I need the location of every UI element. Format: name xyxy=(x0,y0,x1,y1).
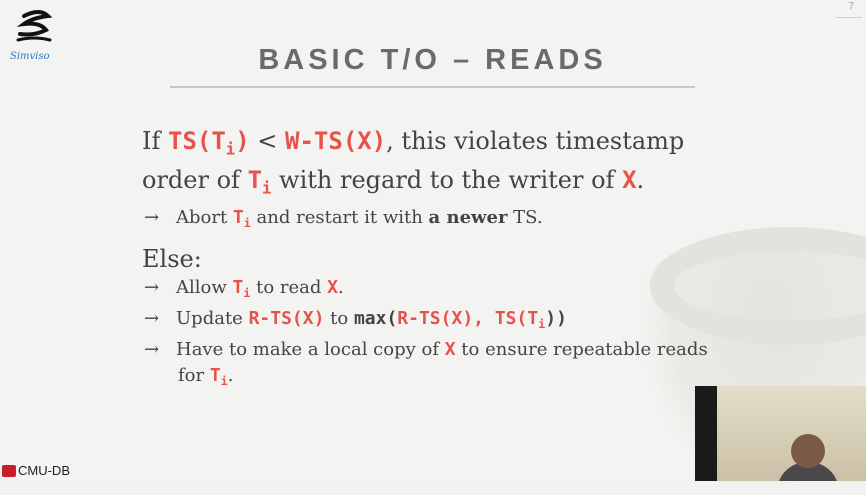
else-heading: Else: xyxy=(142,245,202,273)
slide: Simviso 7 BASIC T/O – READS If TS(Ti) < … xyxy=(0,0,866,495)
page-number: 7 xyxy=(848,1,854,12)
database-icon xyxy=(2,464,16,477)
logo-text: Simviso xyxy=(10,51,50,62)
abort-bullet: → Abort Ti and restart it with a newer TS… xyxy=(144,206,543,230)
update-bullet: → Update R-TS(X) to max(R-TS(X), TS(Ti)) xyxy=(144,308,567,332)
cmu-db-logo: CMU-DB xyxy=(2,463,70,478)
slide-body: If TS(Ti) < W-TS(X), this violates times… xyxy=(142,126,742,394)
slide-title: BASIC T/O – READS xyxy=(258,44,607,76)
rule-line-2: order of Ti with regard to the writer of… xyxy=(142,166,645,198)
arrow-right-icon: → xyxy=(144,308,160,330)
copy-bullet: → Have to make a local copy of X to ensur… xyxy=(142,337,742,363)
page-number-rule xyxy=(836,17,862,18)
presenter-video xyxy=(695,386,866,481)
arrow-right-icon: → xyxy=(144,206,160,228)
rule-line-1: If TS(Ti) < W-TS(X), this violates times… xyxy=(142,127,685,159)
title-divider xyxy=(170,86,695,88)
presenter-head xyxy=(791,434,825,468)
allow-bullet: → Allow Ti to read X. xyxy=(144,277,344,301)
arrow-right-icon: → xyxy=(144,277,160,298)
arrow-right-icon: → xyxy=(144,339,160,361)
copy-bullet-continued: for Ti. xyxy=(178,365,234,389)
